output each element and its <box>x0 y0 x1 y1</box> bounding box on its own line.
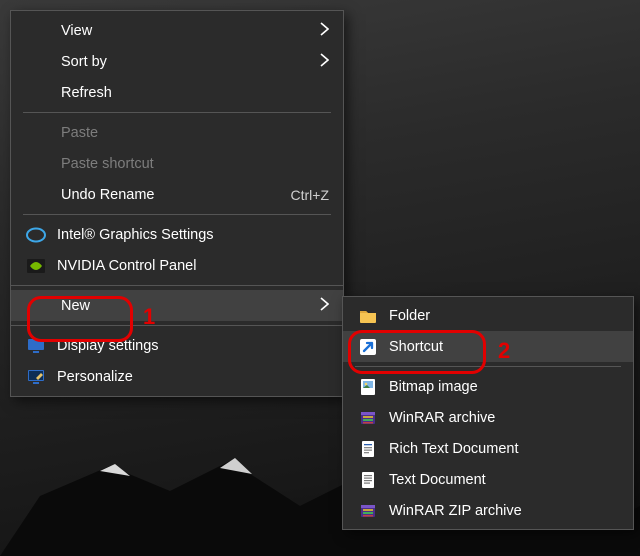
menu-nvidia-control-panel[interactable]: NVIDIA Control Panel <box>11 250 343 281</box>
submenu-winrar-zip-label: WinRAR ZIP archive <box>389 503 619 519</box>
menu-separator <box>355 366 621 367</box>
menu-paste-label: Paste <box>61 125 329 141</box>
chevron-right-icon <box>311 22 329 40</box>
menu-intel-graphics-label: Intel® Graphics Settings <box>57 227 329 243</box>
personalize-icon <box>25 366 47 388</box>
submenu-winrar-label: WinRAR archive <box>389 410 619 426</box>
menu-undo-rename-label: Undo Rename <box>61 187 291 203</box>
bitmap-icon <box>357 376 379 398</box>
menu-view[interactable]: View <box>11 15 343 46</box>
txt-icon <box>357 469 379 491</box>
chevron-right-icon <box>311 297 329 315</box>
submenu-txt[interactable]: Text Document <box>343 464 633 495</box>
menu-display-settings-label: Display settings <box>57 338 329 354</box>
submenu-bitmap[interactable]: Bitmap image <box>343 371 633 402</box>
submenu-winrar[interactable]: WinRAR archive <box>343 402 633 433</box>
winrar-icon <box>357 407 379 429</box>
submenu-bitmap-label: Bitmap image <box>389 379 619 395</box>
nvidia-icon <box>25 255 47 277</box>
menu-paste-shortcut: Paste shortcut <box>11 148 343 179</box>
desktop-context-menu: View Sort by Refresh Paste Paste shortcu… <box>10 10 344 397</box>
shortcut-icon <box>357 336 379 358</box>
menu-personalize[interactable]: Personalize <box>11 361 343 392</box>
menu-undo-rename[interactable]: Undo Rename Ctrl+Z <box>11 179 343 210</box>
menu-new[interactable]: New <box>11 290 343 321</box>
submenu-txt-label: Text Document <box>389 472 619 488</box>
submenu-folder[interactable]: Folder <box>343 300 633 331</box>
menu-new-label: New <box>61 298 311 314</box>
menu-sort-by[interactable]: Sort by <box>11 46 343 77</box>
menu-intel-graphics[interactable]: Intel® Graphics Settings <box>11 219 343 250</box>
menu-undo-rename-shortcut: Ctrl+Z <box>291 187 330 203</box>
display-settings-icon <box>25 335 47 357</box>
menu-personalize-label: Personalize <box>57 369 329 385</box>
submenu-rtf[interactable]: Rich Text Document <box>343 433 633 464</box>
new-submenu: Folder Shortcut Bitmap image WinRAR arch… <box>342 296 634 530</box>
submenu-rtf-label: Rich Text Document <box>389 441 619 457</box>
chevron-right-icon <box>311 53 329 71</box>
menu-refresh[interactable]: Refresh <box>11 77 343 108</box>
rtf-icon <box>357 438 379 460</box>
menu-separator <box>23 112 331 113</box>
winrar-zip-icon <box>357 500 379 522</box>
menu-paste: Paste <box>11 117 343 148</box>
folder-icon <box>357 305 379 327</box>
submenu-folder-label: Folder <box>389 308 619 324</box>
menu-view-label: View <box>61 23 311 39</box>
menu-display-settings[interactable]: Display settings <box>11 330 343 361</box>
menu-refresh-label: Refresh <box>61 85 329 101</box>
menu-paste-shortcut-label: Paste shortcut <box>61 156 329 172</box>
menu-separator <box>11 285 343 286</box>
submenu-shortcut-label: Shortcut <box>389 339 619 355</box>
submenu-shortcut[interactable]: Shortcut <box>343 331 633 362</box>
intel-icon <box>25 224 47 246</box>
menu-sort-by-label: Sort by <box>61 54 311 70</box>
menu-nvidia-label: NVIDIA Control Panel <box>57 258 329 274</box>
menu-separator <box>11 325 343 326</box>
submenu-winrar-zip[interactable]: WinRAR ZIP archive <box>343 495 633 526</box>
menu-separator <box>23 214 331 215</box>
